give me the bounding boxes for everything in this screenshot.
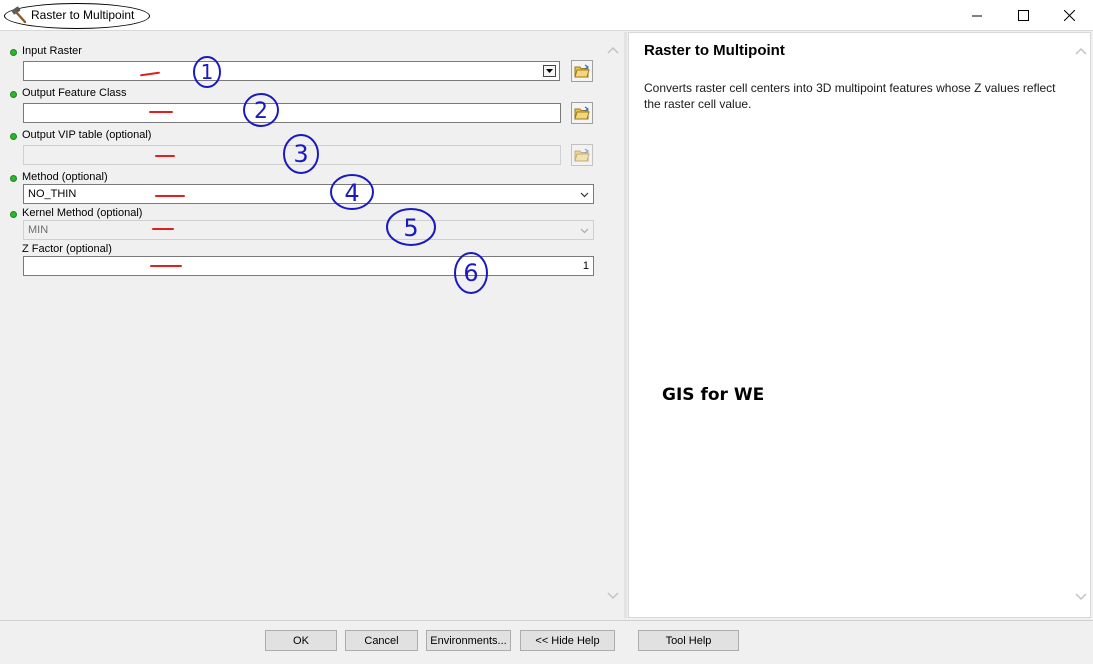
chevron-down-icon (580, 192, 589, 198)
dropdown-arrow-icon[interactable] (543, 65, 556, 77)
watermark-text: GIS for WE (662, 385, 765, 405)
close-button[interactable] (1046, 0, 1092, 30)
scroll-up-icon[interactable] (1075, 47, 1087, 57)
kernel-method-select: MIN (23, 220, 594, 240)
help-description: Converts raster cell centers into 3D mul… (644, 81, 1056, 111)
output-feature-class-field[interactable] (23, 103, 561, 123)
annotation-dash (149, 111, 173, 113)
cancel-button[interactable]: Cancel (345, 630, 418, 651)
minimize-button[interactable] (954, 0, 1000, 30)
method-value: NO_THIN (28, 188, 77, 200)
hammer-icon (10, 6, 28, 24)
help-title: Raster to Multipoint (644, 42, 785, 59)
button-bar: OK Cancel Environments... << Hide Help T… (0, 620, 1093, 664)
annotation-dash (155, 155, 175, 157)
environments-button[interactable]: Environments... (426, 630, 511, 651)
z-factor-value: 1 (582, 260, 589, 272)
required-indicator (10, 133, 17, 140)
hide-help-button[interactable]: << Hide Help (520, 630, 615, 651)
required-indicator (10, 175, 17, 182)
tool-help-button[interactable]: Tool Help (638, 630, 739, 651)
z-factor-field[interactable]: 1 (23, 256, 594, 276)
kernel-method-label: Kernel Method (optional) (22, 207, 143, 219)
pane-splitter[interactable] (624, 32, 627, 618)
minimize-icon (971, 15, 982, 16)
output-vip-table-browse-button (571, 144, 593, 166)
scroll-up-icon[interactable] (607, 46, 619, 56)
parameters-scrollbar[interactable] (605, 40, 621, 612)
kernel-method-value: MIN (28, 224, 49, 236)
help-pane: Raster to Multipoint Converts raster cel… (628, 32, 1091, 618)
maximize-icon (1017, 9, 1029, 21)
required-indicator (10, 211, 17, 218)
folder-open-icon (574, 148, 590, 162)
help-scrollbar[interactable] (1073, 41, 1089, 611)
output-feature-class-label: Output Feature Class (22, 87, 127, 99)
annotation-dash (150, 265, 182, 267)
output-vip-table-label: Output VIP table (optional) (22, 129, 152, 141)
method-select[interactable]: NO_THIN (23, 184, 594, 204)
required-indicator (10, 49, 17, 56)
output-feature-class-browse-button[interactable] (571, 102, 593, 124)
input-raster-combo[interactable] (23, 61, 560, 81)
scroll-down-icon[interactable] (1075, 591, 1087, 601)
output-vip-table-field (23, 145, 561, 165)
scroll-down-icon[interactable] (607, 590, 619, 600)
annotation-dash (155, 195, 185, 197)
folder-open-icon (574, 64, 590, 78)
close-icon (1063, 9, 1075, 21)
ok-button[interactable]: OK (265, 630, 337, 651)
window-title: Raster to Multipoint (31, 8, 135, 22)
annotation-dash (152, 228, 174, 230)
folder-open-icon (574, 106, 590, 120)
input-raster-label: Input Raster (22, 45, 82, 57)
input-raster-browse-button[interactable] (571, 60, 593, 82)
method-label: Method (optional) (22, 171, 108, 183)
title-bar: Raster to Multipoint (0, 0, 1093, 30)
z-factor-label: Z Factor (optional) (22, 243, 112, 255)
required-indicator (10, 91, 17, 98)
maximize-button[interactable] (1000, 0, 1046, 30)
chevron-down-icon (580, 228, 589, 234)
